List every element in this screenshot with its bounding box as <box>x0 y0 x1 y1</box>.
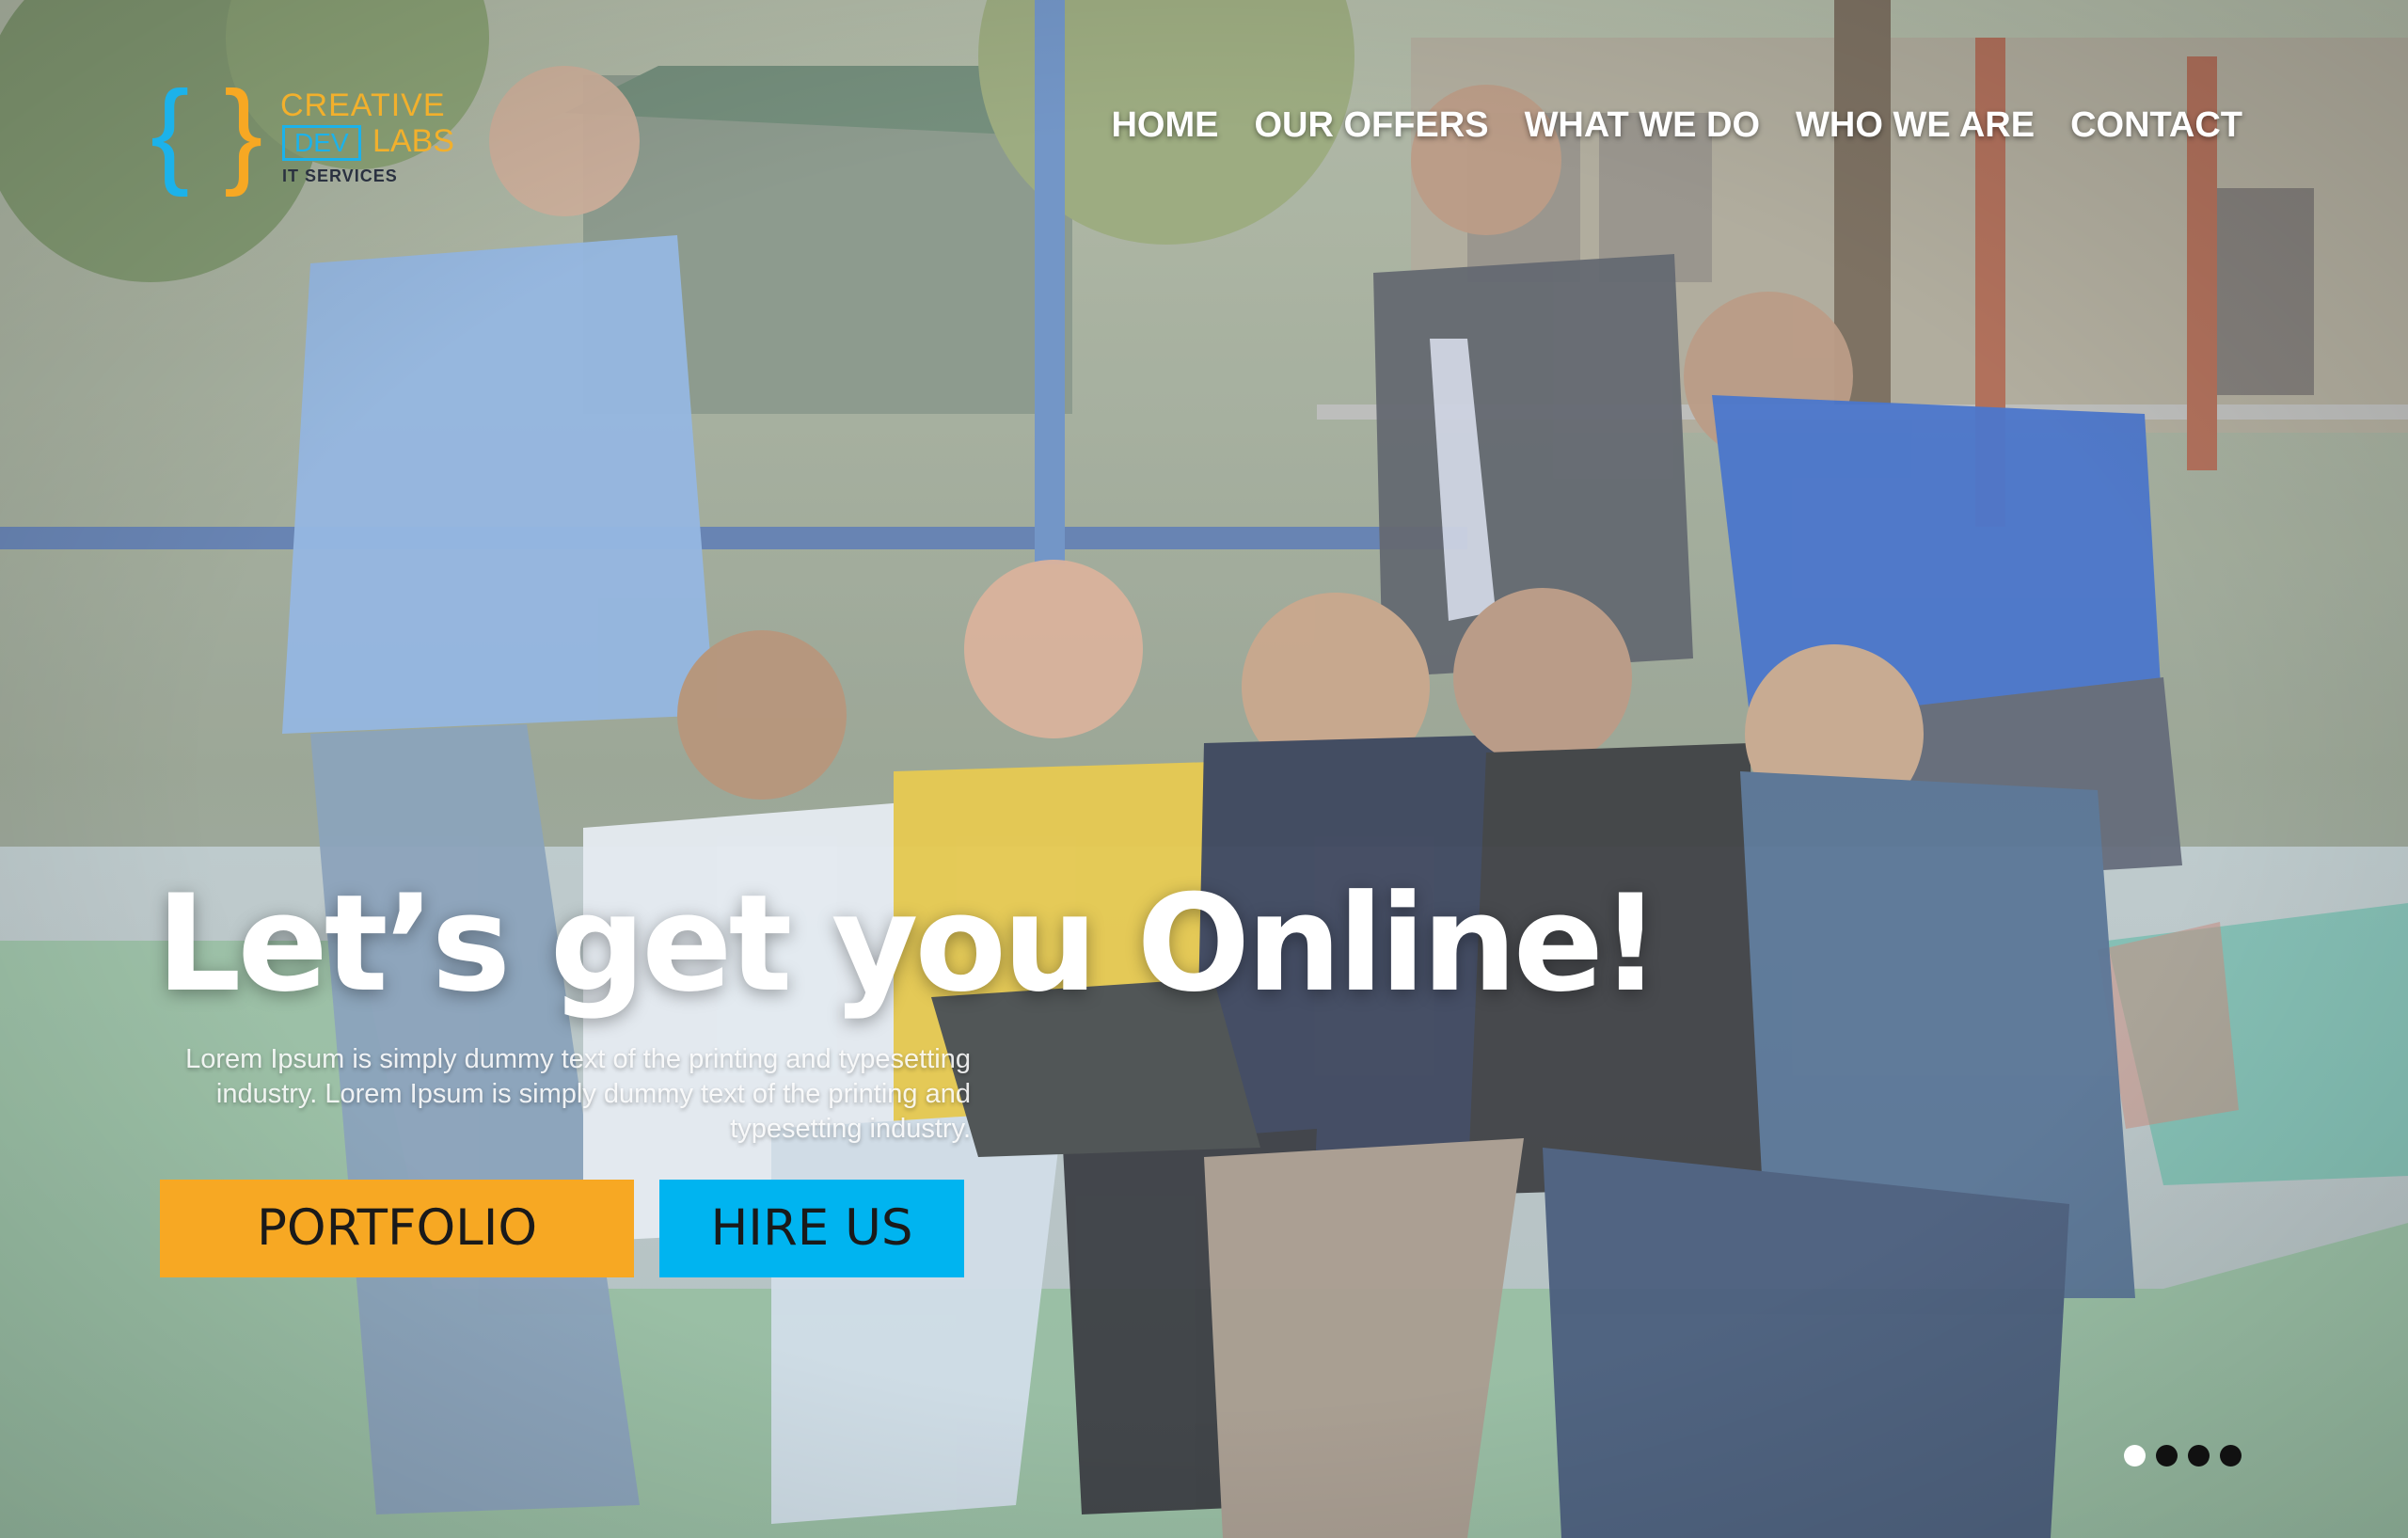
portfolio-button[interactable]: PORTFOLIO <box>160 1180 634 1277</box>
hero-tagline: Lorem Ipsum is simply dummy text of the … <box>185 1044 971 1144</box>
logo-word-dev: DEV <box>282 125 361 161</box>
nav-home[interactable]: HOME <box>1111 105 1218 146</box>
nav-contact[interactable]: CONTACT <box>2070 105 2242 146</box>
carousel-indicators <box>2124 1445 2242 1467</box>
hero-section: { } CREATIVE DEV LABS IT SERVICES HOME O… <box>0 0 2408 1538</box>
main-nav: HOME OUR OFFERS WHAT WE DO WHO WE ARE CO… <box>1111 105 2242 146</box>
logo-word-labs: LABS <box>372 123 454 159</box>
carousel-dot-3[interactable] <box>2188 1445 2210 1467</box>
nav-our-offers[interactable]: OUR OFFERS <box>1254 105 1488 146</box>
logo-subtitle: IT SERVICES <box>282 166 398 185</box>
hero-headline: Let’s get you Online! <box>156 866 1661 1022</box>
logo-right-brace: } <box>224 68 263 198</box>
hero-background-photo <box>0 0 2408 1538</box>
carousel-dot-4[interactable] <box>2220 1445 2242 1467</box>
brand-logo[interactable]: { } CREATIVE DEV LABS IT SERVICES <box>150 74 461 193</box>
hire-us-button[interactable]: HIRE US <box>659 1180 964 1277</box>
logo-word-creative: CREATIVE <box>280 87 446 123</box>
nav-who-we-are[interactable]: WHO WE ARE <box>1796 105 2035 146</box>
logo-left-brace: { <box>150 68 190 198</box>
nav-what-we-do[interactable]: WHAT WE DO <box>1525 105 1760 146</box>
carousel-dot-2[interactable] <box>2156 1445 2178 1467</box>
carousel-dot-1[interactable] <box>2124 1445 2146 1467</box>
